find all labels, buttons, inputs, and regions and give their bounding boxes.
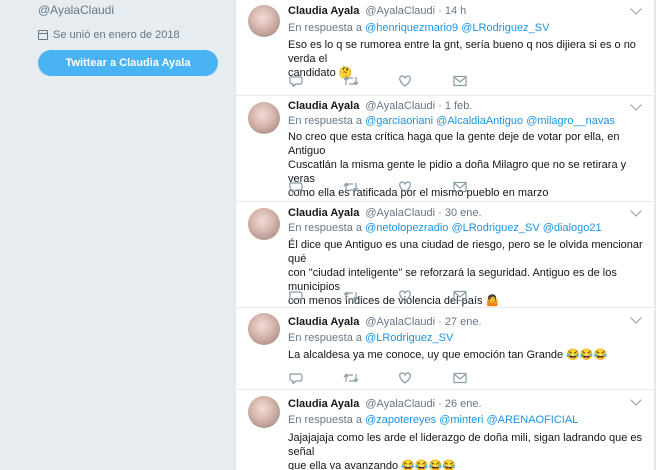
reply-mentions[interactable]: @garciaoriani @AlcaldiaAntiguo @milagro_… — [365, 115, 615, 127]
tweet-author-name[interactable]: Claudia Ayala — [288, 398, 359, 410]
reply-mentions[interactable]: @netolopezradio @LRodriguez_SV @dialogo2… — [365, 222, 602, 234]
tweet-time[interactable]: · 26 ene. — [438, 398, 481, 410]
avatar[interactable] — [248, 396, 280, 428]
tweet-actions — [288, 74, 468, 88]
reply-context: En respuesta a @garciaoriani @AlcaldiaAn… — [288, 115, 615, 127]
like-icon[interactable] — [397, 371, 413, 384]
like-icon[interactable] — [397, 74, 413, 87]
reply-prefix: En respuesta a — [288, 222, 366, 234]
avatar[interactable] — [248, 5, 280, 37]
tweet-text-line: Jajajajaja como les arde el liderazgo de… — [288, 432, 643, 458]
calendar-icon — [38, 30, 48, 40]
reply-context: En respuesta a @netolopezradio @LRodrigu… — [288, 222, 602, 234]
tweet-author-handle[interactable]: @AyalaClaudi — [365, 398, 435, 410]
joined-text: Se unió en enero de 2018 — [53, 29, 180, 41]
tweet-author-handle[interactable]: @AyalaClaudi — [365, 100, 435, 112]
retweet-icon[interactable] — [343, 74, 359, 86]
tweet-author-name[interactable]: Claudia Ayala — [288, 100, 359, 112]
caret-down-icon[interactable] — [630, 99, 642, 111]
tweet-timeline: Claudia Ayala @AyalaClaudi · 14 h En res… — [235, 0, 656, 470]
reply-context: En respuesta a @henriquezmario9 @LRodrig… — [288, 22, 549, 34]
tweet-header: Claudia Ayala @AyalaClaudi · 14 h — [288, 5, 466, 17]
tweet-author-name[interactable]: Claudia Ayala — [288, 5, 359, 17]
like-icon[interactable] — [397, 289, 413, 302]
reply-icon[interactable] — [288, 289, 304, 303]
tweet-text-line: que ella va avanzando 😂😂😂😂 — [288, 460, 456, 470]
tweet[interactable]: Claudia Ayala @AyalaClaudi · 26 ene. En … — [236, 390, 656, 470]
tweet-author-name[interactable]: Claudia Ayala — [288, 316, 359, 328]
avatar[interactable] — [248, 313, 280, 345]
tweet-header: Claudia Ayala @AyalaClaudi · 1 feb. — [288, 100, 472, 112]
reply-mentions[interactable]: @zapotereyes @minteri @ARENAOFICIAL — [365, 414, 578, 426]
tweet-to-button[interactable]: Twittear a Claudia Ayala — [38, 50, 218, 76]
message-icon[interactable] — [452, 180, 468, 193]
message-icon[interactable] — [452, 371, 468, 384]
reply-prefix: En respuesta a — [288, 332, 366, 344]
tweet-header: Claudia Ayala @AyalaClaudi · 30 ene. — [288, 207, 482, 219]
caret-down-icon[interactable] — [630, 205, 642, 217]
tweet-header: Claudia Ayala @AyalaClaudi · 26 ene. — [288, 398, 482, 410]
reply-mentions[interactable]: @henriquezmario9 @LRodriguez_SV — [365, 22, 549, 34]
reply-context: En respuesta a @zapotereyes @minteri @AR… — [288, 414, 578, 426]
tweet[interactable]: Claudia Ayala @AyalaClaudi · 1 feb. En r… — [236, 96, 656, 202]
retweet-icon[interactable] — [343, 289, 359, 301]
tweet-text: La alcaldesa ya me conoce, uy que emoció… — [288, 348, 648, 362]
tweet-actions — [288, 180, 468, 194]
avatar[interactable] — [248, 208, 280, 240]
tweet-actions — [288, 371, 468, 385]
profile-handle: @AyalaClaudi — [38, 3, 115, 17]
tweet-text-line: Eso es lo q se rumorea entre la gnt, ser… — [288, 39, 636, 65]
caret-down-icon[interactable] — [630, 312, 642, 324]
right-sidebar-edge — [655, 0, 670, 470]
tweet-time[interactable]: · 14 h — [438, 5, 466, 17]
retweet-icon[interactable] — [343, 180, 359, 192]
tweet-text-line: La alcaldesa ya me conoce, uy que emoció… — [288, 349, 608, 361]
like-icon[interactable] — [397, 180, 413, 193]
reply-icon[interactable] — [288, 74, 304, 88]
tweet-time[interactable]: · 30 ene. — [438, 207, 481, 219]
tweet-time[interactable]: · 1 feb. — [438, 100, 472, 112]
reply-prefix: En respuesta a — [288, 22, 366, 34]
tweet-text-line: No creo que esta crítica haga que la gen… — [288, 131, 620, 157]
profile-sidebar: @AyalaClaudi Se unió en enero de 2018 Tw… — [0, 0, 236, 470]
tweet-author-handle[interactable]: @AyalaClaudi — [365, 5, 435, 17]
reply-icon[interactable] — [288, 180, 304, 194]
tweet-time[interactable]: · 27 ene. — [438, 316, 481, 328]
message-icon[interactable] — [452, 74, 468, 87]
retweet-icon[interactable] — [343, 371, 359, 383]
avatar[interactable] — [248, 102, 280, 134]
caret-down-icon[interactable] — [630, 394, 642, 406]
tweet-header: Claudia Ayala @AyalaClaudi · 27 ene. — [288, 316, 482, 328]
tweet[interactable]: Claudia Ayala @AyalaClaudi · 27 ene. En … — [236, 308, 656, 390]
tweet-author-handle[interactable]: @AyalaClaudi — [365, 316, 435, 328]
caret-down-icon[interactable] — [630, 3, 642, 15]
tweet-actions — [288, 289, 468, 303]
reply-mentions[interactable]: @LRodriguez_SV — [365, 332, 453, 344]
tweet-author-handle[interactable]: @AyalaClaudi — [365, 207, 435, 219]
tweet-text: Jajajajaja como les arde el liderazgo de… — [288, 431, 648, 470]
tweet[interactable]: Claudia Ayala @AyalaClaudi · 30 ene. En … — [236, 202, 656, 308]
reply-icon[interactable] — [288, 371, 304, 385]
tweet[interactable]: Claudia Ayala @AyalaClaudi · 14 h En res… — [236, 0, 656, 96]
reply-context: En respuesta a @LRodriguez_SV — [288, 332, 453, 344]
tweet-author-name[interactable]: Claudia Ayala — [288, 207, 359, 219]
message-icon[interactable] — [452, 289, 468, 302]
reply-prefix: En respuesta a — [288, 115, 366, 127]
reply-prefix: En respuesta a — [288, 414, 366, 426]
tweet-text-line: Él dice que Antiguo es una ciudad de rie… — [288, 239, 643, 265]
joined-date: Se unió en enero de 2018 — [38, 29, 180, 41]
